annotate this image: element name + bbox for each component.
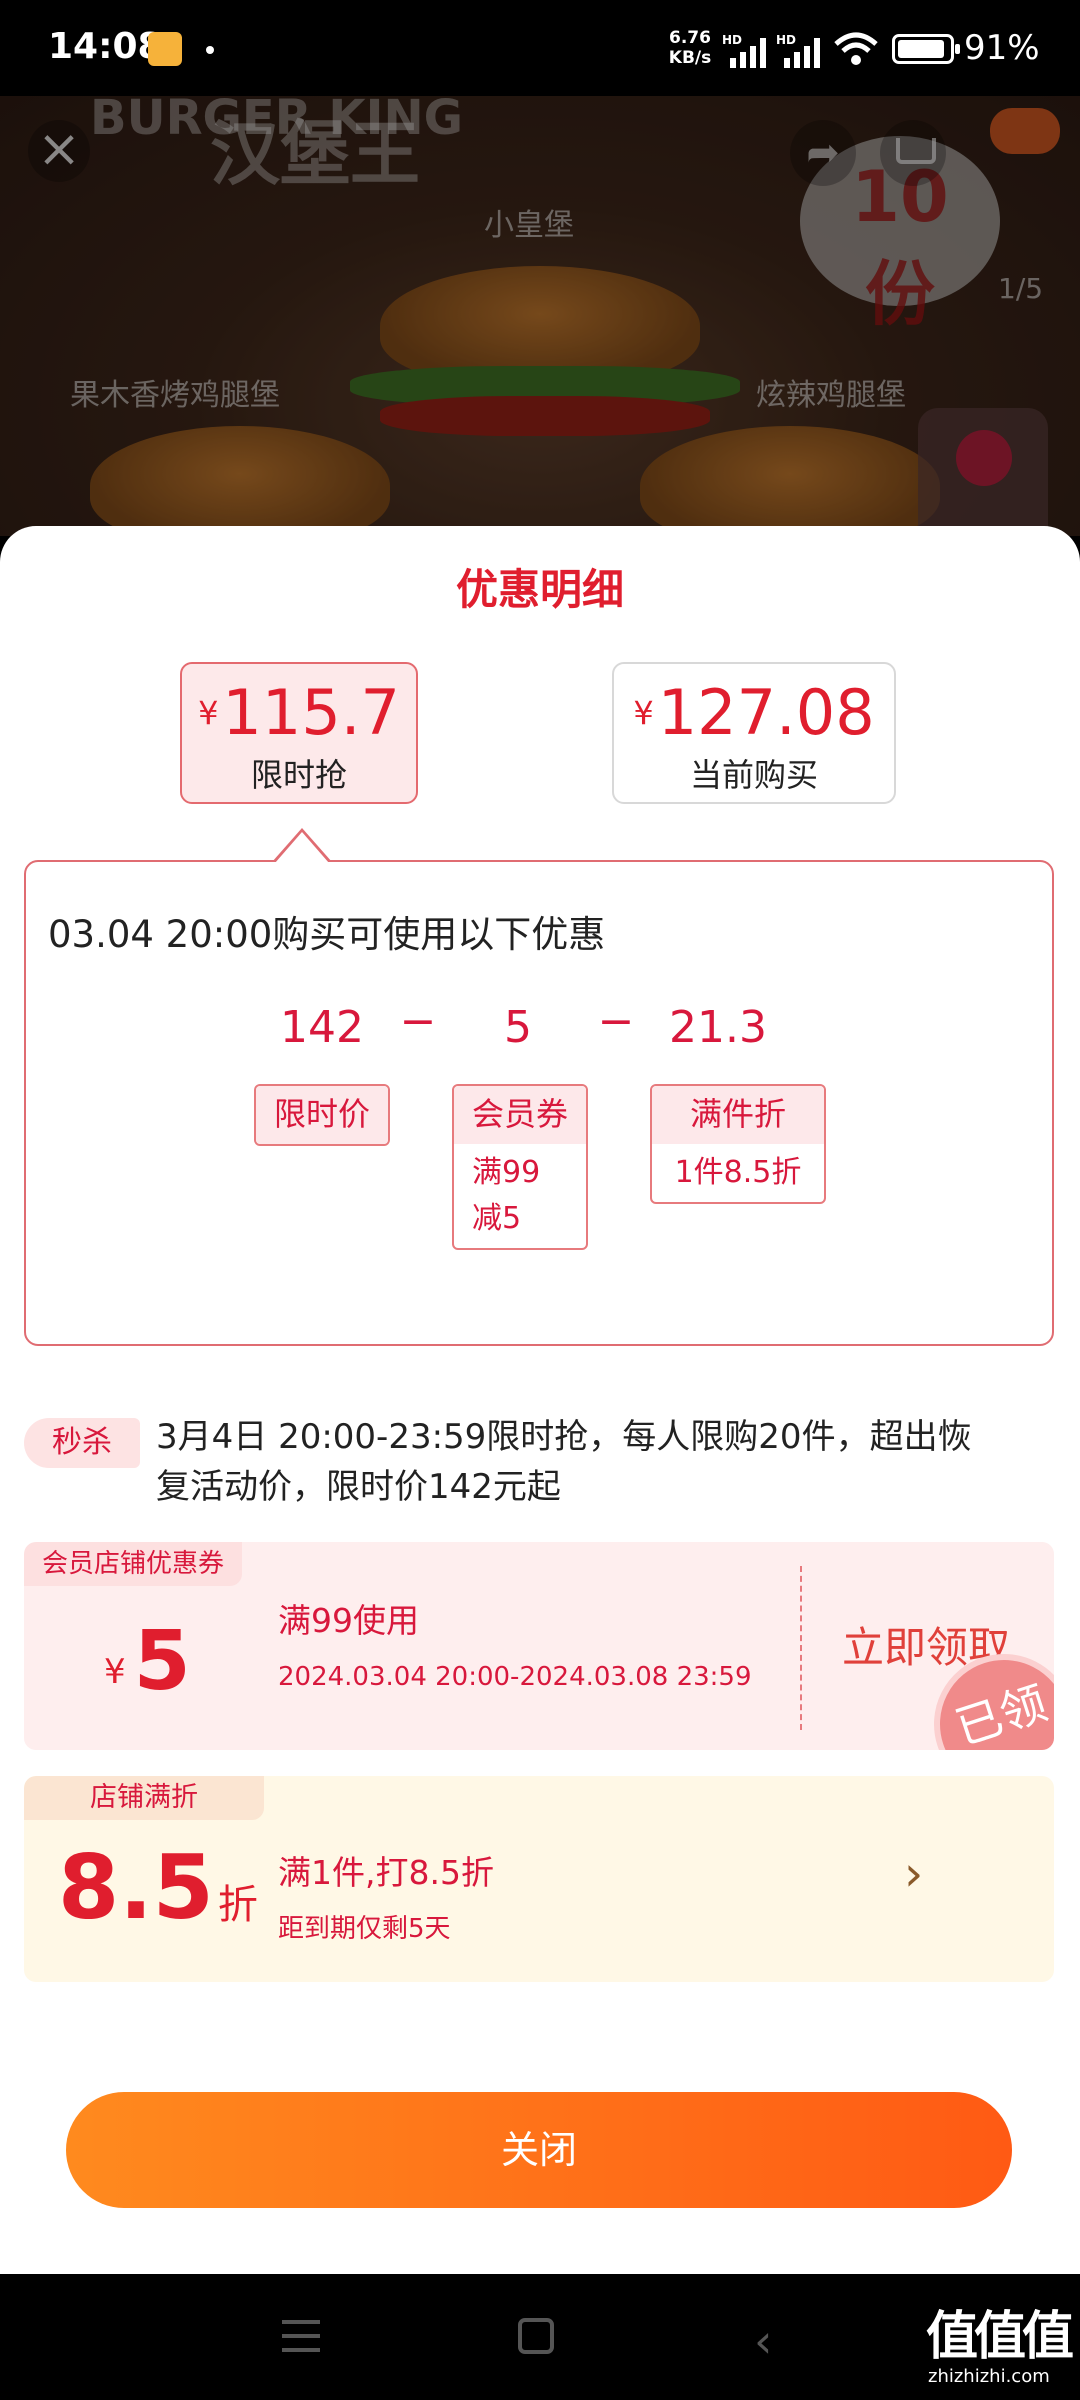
coupon-amount: ¥5 xyxy=(104,1614,191,1709)
coupon-type-tag: 会员店铺优惠券 xyxy=(24,1542,243,1586)
price-label: 当前购买 xyxy=(689,756,818,794)
wifi-icon xyxy=(834,32,878,65)
sheet-title: 优惠明细 xyxy=(455,565,624,614)
home-icon[interactable] xyxy=(518,2318,554,2354)
close-button[interactable]: 关闭 xyxy=(66,2092,1012,2208)
store-quantity-discount[interactable]: 店铺满折 8.5 折 满1件,打8.5折 距到期仅剩5天 › xyxy=(24,1776,1054,1982)
calc-value-discount: 21.3 xyxy=(669,1002,767,1053)
price-amount: 115.7 xyxy=(222,676,400,749)
discount-detail-sheet: 优惠明细 ¥115.7 限时抢 ¥127.08 当前购买 03.04 20:00… xyxy=(0,526,1080,2274)
calc-value-coupon: 5 xyxy=(504,1002,532,1053)
discount-condition: 满1件,打8.5折 xyxy=(278,1853,494,1892)
chevron-right-icon[interactable]: › xyxy=(904,1846,923,1902)
recent-apps-icon[interactable] xyxy=(282,2320,320,2352)
signal-icon-2: HD xyxy=(776,33,820,68)
tag-member-coupon: 会员券 满99 减5 xyxy=(452,1084,588,1250)
status-bar: 14:08 6.76 KB/s HD HD 91% xyxy=(0,0,1080,96)
breakdown-heading: 03.04 20:00购买可使用以下优惠 xyxy=(48,913,606,956)
svg-text:HD: HD xyxy=(722,33,742,47)
watermark-url: zhizhizhi.com xyxy=(928,2366,1050,2387)
tag-quantity-discount: 满件折 1件8.5折 xyxy=(650,1084,826,1204)
svg-text:HD: HD xyxy=(776,33,796,47)
tag-flash-price: 限时价 xyxy=(254,1084,390,1146)
discount-value: 8.5 折 xyxy=(58,1836,258,1939)
status-time: 14:08 xyxy=(48,26,163,67)
callout-arrow-inner xyxy=(275,832,329,863)
discount-type-tag: 店铺满折 xyxy=(24,1776,264,1820)
notification-dot-icon xyxy=(206,46,214,54)
calc-value-flash-price: 142 xyxy=(280,1002,364,1053)
price-label: 限时抢 xyxy=(250,756,347,794)
coupon-validity: 2024.03.04 20:00-2024.03.08 23:59 xyxy=(278,1662,752,1692)
battery-percent: 91% xyxy=(964,28,1040,68)
seckill-badge: 秒杀 xyxy=(24,1418,140,1468)
coupon-condition: 满99使用 xyxy=(278,1601,419,1640)
member-store-coupon[interactable]: 会员店铺优惠券 ¥5 满99使用 2024.03.04 20:00-2024.0… xyxy=(24,1542,1054,1750)
signal-icon: HD xyxy=(722,33,766,68)
modal-backdrop[interactable] xyxy=(0,96,1080,536)
notification-app-icon xyxy=(148,32,182,66)
seckill-description: 3月4日 20:00-23:59限时抢，每人限购20件，超出恢复活动价，限时价1… xyxy=(156,1417,972,1507)
discount-expiry: 距到期仅剩5天 xyxy=(278,1914,451,1944)
system-nav-bar: ‹ 值值值 zhizhizhi.com xyxy=(0,2274,1080,2400)
price-option-current[interactable]: ¥127.08 当前购买 xyxy=(612,662,896,804)
discount-breakdown-box: 03.04 20:00购买可使用以下优惠 142 − 5 − 21.3 限时价 … xyxy=(24,860,1054,1346)
back-icon[interactable]: ‹ xyxy=(754,2314,772,2368)
watermark-logo: 值值值 xyxy=(926,2307,1074,2367)
battery-icon xyxy=(892,34,960,64)
coupon-divider xyxy=(800,1566,802,1730)
price-amount: 127.08 xyxy=(657,676,875,749)
network-speed: 6.76 KB/s xyxy=(668,28,712,68)
price-option-flash-sale[interactable]: ¥115.7 限时抢 xyxy=(180,662,418,804)
